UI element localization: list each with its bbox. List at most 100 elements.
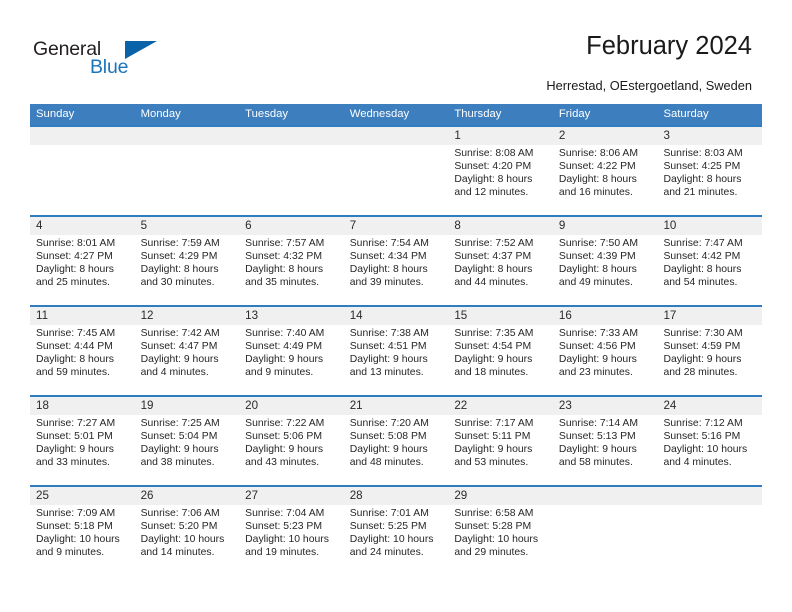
day-number: 1 [454, 129, 461, 142]
day-cell[interactable]: 5 Sunrise: 7:59 AM Sunset: 4:29 PM Daylight… [135, 217, 240, 305]
calendar-week-row: 18 Sunrise: 7:27 AM Sunset: 5:01 PM Dayligh… [30, 395, 762, 485]
daylight-text: and 25 minutes. [36, 276, 110, 288]
day-cell[interactable]: 27 Sunrise: 7:04 AM Sunset: 5:23 PM Dayligh… [239, 487, 344, 575]
daylight-text: Daylight: 8 hours [558, 263, 637, 275]
day-details: Sunrise: 7:50 AM Sunset: 4:39 PM Daylight:… [559, 235, 654, 290]
weekday-header-wednesday: Wednesday [349, 108, 410, 120]
day-number: 11 [36, 309, 49, 322]
daylight-text: and 4 minutes. [140, 366, 209, 378]
daylight-text: and 9 minutes. [36, 546, 105, 558]
day-details: Sunrise: 7:27 AM Sunset: 5:01 PM Daylight:… [36, 415, 131, 470]
day-number: 17 [663, 309, 677, 322]
sunrise-text: Sunrise: 7:01 AM [349, 508, 429, 519]
daylight-text: Daylight: 8 hours [663, 173, 742, 185]
day-cell[interactable]: 10 Sunrise: 7:47 AM Sunset: 4:42 PM Dayligh… [657, 217, 762, 305]
weekday-header-saturday: Saturday [663, 108, 709, 120]
day-cell[interactable]: 12 Sunrise: 7:42 AM Sunset: 4:47 PM Dayligh… [135, 307, 240, 395]
day-cell[interactable]: 3 Sunrise: 8:03 AM Sunset: 4:25 PM Daylight… [657, 127, 762, 215]
day-cell-empty [30, 127, 135, 215]
daylight-text: Daylight: 9 hours [140, 443, 219, 455]
day-number [559, 487, 654, 505]
day-cell[interactable]: 29 Sunrise: 6:58 AM Sunset: 5:28 PM Dayligh… [448, 487, 553, 575]
day-details [245, 145, 340, 148]
day-details: Sunrise: 7:42 AM Sunset: 4:47 PM Daylight:… [141, 325, 236, 380]
day-cell[interactable]: 16 Sunrise: 7:33 AM Sunset: 4:56 PM Dayligh… [553, 307, 658, 395]
day-number [245, 127, 340, 145]
day-cell[interactable]: 6 Sunrise: 7:57 AM Sunset: 4:32 PM Daylight… [239, 217, 344, 305]
day-cell[interactable]: 4 Sunrise: 8:01 AM Sunset: 4:27 PM Daylight… [30, 217, 135, 305]
weekday-header-thursday: Thursday [454, 108, 502, 120]
logo-triangle-icon [125, 41, 157, 59]
day-cell[interactable]: 11 Sunrise: 7:45 AM Sunset: 4:44 PM Dayligh… [30, 307, 135, 395]
weekday-header-monday: Monday [140, 108, 181, 120]
calendar-week-row: 25 Sunrise: 7:09 AM Sunset: 5:18 PM Dayligh… [30, 485, 762, 575]
day-cell[interactable]: 18 Sunrise: 7:27 AM Sunset: 5:01 PM Dayligh… [30, 397, 135, 485]
sunrise-text: Sunrise: 7:17 AM [454, 418, 534, 429]
day-cell[interactable]: 1 Sunrise: 8:08 AM Sunset: 4:20 PM Daylight… [448, 127, 553, 215]
day-number: 8 [454, 219, 461, 232]
daylight-text: Daylight: 9 hours [245, 353, 324, 365]
day-cell[interactable]: 20 Sunrise: 7:22 AM Sunset: 5:06 PM Dayligh… [239, 397, 344, 485]
sunrise-text: Sunrise: 7:57 AM [245, 238, 325, 249]
day-cell[interactable]: 22 Sunrise: 7:17 AM Sunset: 5:11 PM Dayligh… [448, 397, 553, 485]
daylight-text: Daylight: 10 hours [245, 533, 329, 545]
day-cell[interactable]: 17 Sunrise: 7:30 AM Sunset: 4:59 PM Dayligh… [657, 307, 762, 395]
sunrise-text: Sunrise: 7:35 AM [454, 328, 534, 339]
day-number: 15 [454, 309, 468, 322]
day-cell[interactable]: 21 Sunrise: 7:20 AM Sunset: 5:08 PM Dayligh… [344, 397, 449, 485]
day-details: Sunrise: 7:59 AM Sunset: 4:29 PM Daylight:… [141, 235, 236, 290]
sunset-text: Sunset: 5:16 PM [663, 430, 741, 442]
day-number: 22 [454, 399, 468, 412]
sunset-text: Sunset: 4:44 PM [36, 340, 113, 352]
day-number [350, 127, 445, 145]
day-number: 4 [36, 219, 43, 232]
weekday-header-sunday: Sunday [36, 108, 75, 120]
day-cell[interactable]: 19 Sunrise: 7:25 AM Sunset: 5:04 PM Dayligh… [135, 397, 240, 485]
daylight-text: Daylight: 9 hours [454, 443, 533, 455]
daylight-text: Daylight: 8 hours [36, 263, 114, 275]
sunset-text: Sunset: 4:32 PM [245, 250, 322, 262]
day-number: 9 [558, 219, 566, 232]
day-cell-empty [239, 127, 344, 215]
general-blue-logo[interactable]: General Blue [33, 38, 233, 88]
day-cell[interactable]: 8 Sunrise: 7:52 AM Sunset: 4:37 PM Daylight… [448, 217, 553, 305]
day-cell[interactable]: 15 Sunrise: 7:35 AM Sunset: 4:54 PM Dayligh… [448, 307, 553, 395]
daylight-text: Daylight: 8 hours [454, 263, 533, 275]
daylight-text: Daylight: 9 hours [245, 443, 324, 455]
weekday-header-friday: Friday [558, 108, 591, 120]
day-details: Sunrise: 7:45 AM Sunset: 4:44 PM Daylight:… [36, 325, 131, 380]
daylight-text: and 23 minutes. [558, 366, 633, 378]
sunset-text: Sunset: 4:29 PM [140, 250, 218, 262]
day-number: 3 [663, 129, 670, 142]
day-cell[interactable]: 23 Sunrise: 7:14 AM Sunset: 5:13 PM Dayligh… [553, 397, 658, 485]
weekday-header-tuesday: Tuesday [245, 108, 289, 120]
day-details: Sunrise: 7:17 AM Sunset: 5:11 PM Daylight:… [454, 415, 549, 470]
sunrise-text: Sunrise: 8:06 AM [558, 148, 639, 159]
sunrise-text: Sunrise: 7:40 AM [245, 328, 325, 339]
day-cell[interactable]: 2 Sunrise: 8:06 AM Sunset: 4:22 PM Daylight… [553, 127, 658, 215]
sunrise-text: Sunrise: 8:03 AM [663, 148, 743, 159]
sunset-text: Sunset: 5:18 PM [36, 520, 113, 532]
day-details: Sunrise: 7:35 AM Sunset: 4:54 PM Daylight:… [454, 325, 549, 380]
sunset-text: Sunset: 4:20 PM [454, 160, 532, 172]
day-details: Sunrise: 8:03 AM Sunset: 4:25 PM Daylight:… [663, 145, 758, 200]
day-cell-empty [135, 127, 240, 215]
day-number: 7 [349, 219, 357, 232]
day-cell[interactable]: 25 Sunrise: 7:09 AM Sunset: 5:18 PM Dayligh… [30, 487, 135, 575]
day-details: Sunrise: 7:09 AM Sunset: 5:18 PM Daylight:… [36, 505, 131, 560]
daylight-text: Daylight: 9 hours [349, 443, 428, 455]
day-number: 21 [349, 399, 363, 412]
day-cell[interactable]: 7 Sunrise: 7:54 AM Sunset: 4:34 PM Daylight… [344, 217, 449, 305]
day-details: Sunrise: 7:38 AM Sunset: 4:51 PM Daylight:… [350, 325, 445, 380]
day-number: 10 [663, 219, 677, 232]
sunrise-text: Sunrise: 7:20 AM [349, 418, 429, 429]
day-cell[interactable]: 28 Sunrise: 7:01 AM Sunset: 5:25 PM Dayligh… [344, 487, 449, 575]
day-cell[interactable]: 26 Sunrise: 7:06 AM Sunset: 5:20 PM Dayligh… [135, 487, 240, 575]
day-cell[interactable]: 13 Sunrise: 7:40 AM Sunset: 4:49 PM Dayligh… [239, 307, 344, 395]
day-cell[interactable]: 9 Sunrise: 7:50 AM Sunset: 4:39 PM Daylight… [553, 217, 658, 305]
day-number [36, 127, 131, 145]
day-details: Sunrise: 7:01 AM Sunset: 5:25 PM Daylight:… [350, 505, 445, 560]
day-cell[interactable]: 14 Sunrise: 7:38 AM Sunset: 4:51 PM Dayligh… [344, 307, 449, 395]
day-cell[interactable]: 24 Sunrise: 7:12 AM Sunset: 5:16 PM Dayligh… [657, 397, 762, 485]
sunrise-text: Sunrise: 7:14 AM [558, 418, 639, 429]
